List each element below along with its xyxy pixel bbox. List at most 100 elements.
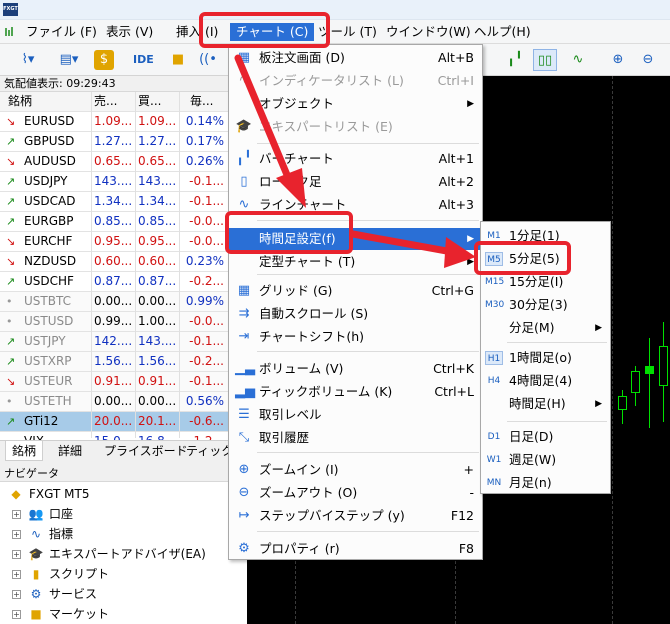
menu-item[interactable]: ⊕ ズームイン (I) + [229, 459, 482, 481]
market-watch-row[interactable]: ↗ EURGBP 0.85... 0.85... -0.0... [0, 212, 247, 232]
market-watch-row[interactable]: ↘ EURUSD 1.09... 1.09... 0.14% [0, 112, 247, 132]
candle-body [618, 396, 627, 410]
col-ask[interactable]: 買... [138, 92, 178, 111]
menu-item[interactable]: ⤡ 取引履歴 [229, 427, 482, 449]
menu-item[interactable]: ⚙ プロパティ (r) F8 [229, 538, 482, 560]
signals-icon[interactable]: ((• [196, 49, 220, 71]
menu-view[interactable]: 表示 (V) [100, 23, 159, 41]
timeframe-item[interactable]: D1 日足(D) [481, 426, 610, 448]
navigator-item-label: 指標 [49, 527, 74, 541]
timeframe-item[interactable]: H4 4時間足(4) [481, 370, 610, 392]
market-watch-row[interactable]: ↘ NZDUSD 0.60... 0.60... 0.23% [0, 252, 247, 272]
menu-item[interactable]: ⇉ 自動スクロール (S) [229, 303, 482, 325]
navigator-item-label: マーケット [49, 607, 110, 621]
menu-item-label: ズームイン (I) [259, 462, 339, 477]
menu-item-label: グリッド (G) [259, 283, 333, 298]
navigator-item-indicators[interactable]: ∿ 指標 [28, 524, 73, 544]
timeframe-item[interactable]: W1 週足(W) [481, 449, 610, 471]
daily-change: 0.23% [185, 254, 224, 268]
ask-price: 0.00... [138, 294, 177, 308]
market-watch-row[interactable]: ↘ USTEUR 0.91... 0.91... -0.1... [0, 372, 247, 392]
market-watch-row[interactable]: ↘ AUDUSD 0.65... 0.65... 0.26% [0, 152, 247, 172]
timeframe-item[interactable]: 時間足(H) ▶ [481, 393, 610, 415]
bid-price: 1.09... [94, 114, 133, 128]
accounts-icon: 👥 [28, 507, 44, 521]
col-symbol[interactable]: 銘柄 [8, 92, 88, 111]
menu-item[interactable]: ▦ グリッド (G) Ctrl+G [229, 280, 482, 302]
menu-separator [507, 421, 607, 422]
timeframe-item[interactable]: H1 1時間足(o) [481, 347, 610, 369]
menu-item[interactable]: ↦ ステップバイステップ (y) F12 [229, 505, 482, 527]
menu-item[interactable]: ☰ 取引レベル [229, 404, 482, 426]
tab-details[interactable]: 詳細 [52, 441, 88, 461]
navigator-root[interactable]: ◆ FXGT MT5 [8, 484, 89, 504]
menu-file[interactable]: ファイル (F) [20, 23, 103, 41]
market-watch-row[interactable]: ↗ USDCAD 1.34... 1.34... -0.1... [0, 192, 247, 212]
auto-scroll-icon: ⇉ [238, 306, 250, 321]
ide-button[interactable]: IDE [133, 49, 154, 71]
zoom-out-icon[interactable]: ⊖ [636, 49, 660, 71]
market-watch-row[interactable]: ↗ GBPUSD 1.27... 1.27... 0.17% [0, 132, 247, 152]
new-chart-icon[interactable]: ⌇▾ [10, 49, 46, 71]
market-watch-icon[interactable] [4, 26, 16, 38]
navigator-item-market[interactable]: ■ マーケット [28, 604, 109, 624]
expand-icon[interactable]: + [12, 510, 21, 519]
market-watch-row[interactable]: ↗ GTi12 20.0... 20.1... -0.6... [0, 412, 247, 432]
market-watch-row[interactable]: • USTETH 0.00... 0.00... 0.56% [0, 392, 247, 412]
menu-window[interactable]: ウインドウ(W) [380, 23, 477, 41]
indicators-dropdown-icon[interactable]: ▤▾ [50, 49, 88, 71]
market-watch-row[interactable]: • USTUSD 0.99... 1.00... -0.0... [0, 312, 247, 332]
direction-icon: ↗ [6, 275, 16, 288]
expand-icon[interactable]: + [12, 570, 21, 579]
navigator-item-services[interactable]: ⚙ サービス [28, 584, 97, 604]
timeframe-label: 1時間足(o) [509, 350, 572, 365]
market-watch-row[interactable]: ↗ USDCHF 0.87... 0.87... -0.2... [0, 272, 247, 292]
timeframe-item[interactable]: 分足(M) ▶ [481, 317, 610, 339]
timeframe-item[interactable]: M30 30分足(3) [481, 294, 610, 316]
candlestick-icon[interactable]: ▯▯ [533, 49, 557, 71]
tab-symbols[interactable]: 銘柄 [5, 441, 44, 461]
direction-icon: • [6, 315, 13, 328]
menu-item-label: 取引レベル [259, 407, 322, 422]
line-chart-icon[interactable]: ∿ [566, 49, 590, 71]
expand-icon[interactable]: + [12, 530, 21, 539]
timeframe-code-icon: D1 [487, 432, 501, 442]
market-bag-icon[interactable]: ■ [166, 49, 190, 71]
bar-chart-icon[interactable]: ╻╹ [503, 49, 527, 71]
menu-help[interactable]: ヘルプ(H) [468, 23, 537, 41]
col-bid[interactable]: 売... [94, 92, 134, 111]
bid-price: 0.91... [94, 374, 133, 388]
menu-item-label: 自動スクロール (S) [259, 306, 369, 321]
expand-icon[interactable]: + [12, 610, 21, 619]
market-watch-row[interactable]: ↘ EURCHF 0.95... 0.95... -0.0... [0, 232, 247, 252]
direction-icon: ↘ [6, 155, 16, 168]
menu-item[interactable]: 定型チャート (T) ▶ [229, 251, 482, 273]
submenu-arrow-icon: ▶ [467, 234, 474, 244]
menu-item[interactable]: ▂▅ ティックボリューム (K) Ctrl+L [229, 381, 482, 403]
daily-change: 0.99% [185, 294, 224, 308]
menu-item[interactable]: ▦ 板注文画面 (D) Alt+B [229, 47, 482, 69]
timeframe-item[interactable]: MN 月足(n) [481, 472, 610, 494]
menu-item[interactable]: ∿ インディケータリスト (L) Ctrl+I [229, 70, 482, 92]
expand-icon[interactable]: + [12, 590, 21, 599]
daily-change: -0.1... [189, 334, 224, 348]
menu-item[interactable]: オブジェクト ▶ [229, 93, 482, 115]
menu-item[interactable]: ⇥ チャートシフト(h) [229, 326, 482, 348]
trade-icon[interactable]: $ [94, 50, 114, 70]
menu-item[interactable]: ╻╹ バーチャート Alt+1 [229, 148, 482, 170]
market-watch-row[interactable]: ↗ USTJPY 142.... 143.... -0.1... [0, 332, 247, 352]
market-watch-row[interactable]: ↗ USDJPY 143.... 143.... -0.1... [0, 172, 247, 192]
zoom-in-icon[interactable]: ⊕ [606, 49, 630, 71]
navigator-item-accounts[interactable]: 👥 口座 [28, 504, 74, 524]
market-watch-row[interactable]: ↗ USTXRP 1.56... 1.56... -0.2... [0, 352, 247, 372]
menu-item[interactable]: ⊖ ズームアウト (O) - [229, 482, 482, 504]
expand-icon[interactable]: + [12, 550, 21, 559]
navigator-item-scripts[interactable]: ▮ スクリプト [28, 564, 109, 584]
menu-item[interactable]: ▯ ローソク足 Alt+2 [229, 171, 482, 193]
menu-item[interactable]: ▁▃ ボリューム (V) Ctrl+K [229, 358, 482, 380]
market-watch-row[interactable]: • USTBTC 0.00... 0.00... 0.99% [0, 292, 247, 312]
col-change[interactable]: 毎... [190, 92, 230, 111]
menu-item-shortcut: + [463, 462, 474, 477]
menu-item[interactable]: 🎓 エキスパートリスト (E) [229, 116, 482, 138]
navigator-item-expert-advisors[interactable]: 🎓 エキスパートアドバイザ(EA) [28, 544, 206, 564]
